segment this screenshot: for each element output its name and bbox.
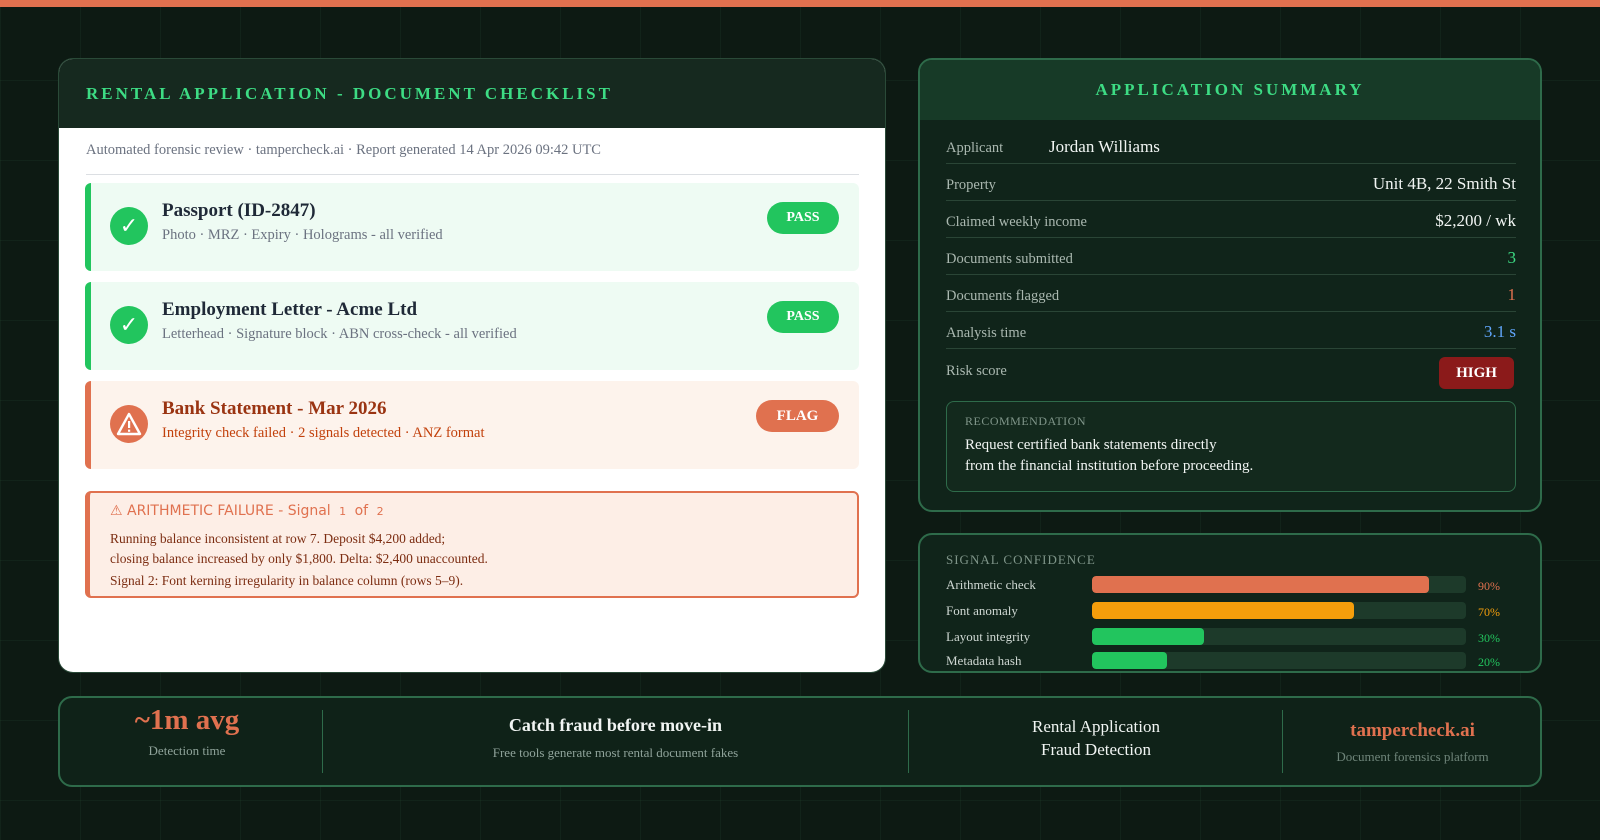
product-name: Rental Application Fraud Detection bbox=[909, 698, 1283, 785]
brand-block: tampercheck.ai Document forensics platfo… bbox=[1283, 698, 1542, 785]
report-meta: Automated forensic review · tampercheck.… bbox=[86, 142, 859, 175]
alert-title: ⚠ ARITHMETIC FAILURE - Signal 1 of 2 bbox=[110, 503, 388, 519]
signal-fill bbox=[1092, 576, 1429, 593]
pass-badge: PASS bbox=[767, 202, 839, 234]
signal-current: 1 bbox=[339, 505, 347, 518]
signal-fill bbox=[1092, 602, 1354, 619]
signal-name: Metadata hash bbox=[946, 653, 1022, 668]
signal-total: 2 bbox=[376, 505, 384, 518]
top-accent-bar bbox=[0, 0, 1600, 7]
summary-value: $2,200 / wk bbox=[1435, 211, 1516, 230]
summary-row-risk: Risk score bbox=[946, 349, 1516, 386]
recommendation-line: Request certified bank statements direct… bbox=[965, 437, 1217, 453]
arithmetic-failure-alert: ⚠ ARITHMETIC FAILURE - Signal 1 of 2 Run… bbox=[85, 491, 859, 598]
risk-badge: HIGH bbox=[1439, 357, 1514, 389]
signal-name: Layout integrity bbox=[946, 629, 1031, 644]
stat-value: ~1m avg bbox=[134, 704, 240, 736]
signal-name: Font anomaly bbox=[946, 603, 1018, 618]
detection-time-stat: ~1m avg Detection time bbox=[60, 698, 314, 785]
document-item-bank-statement[interactable]: Bank Statement - Mar 2026 Integrity chec… bbox=[85, 381, 859, 469]
alert-line: closing balance increased by only $1,800… bbox=[110, 551, 488, 566]
check-icon: ✓ bbox=[110, 207, 148, 245]
summary-row-documents-submitted: Documents submitted 3 bbox=[946, 238, 1516, 275]
signal-track bbox=[1092, 602, 1466, 619]
summary-label: Documents submitted bbox=[946, 251, 1073, 267]
document-detail: Letterhead · Signature block · ABN cross… bbox=[162, 326, 517, 342]
signal-track bbox=[1092, 576, 1466, 593]
tagline-headline: Catch fraud before move-in bbox=[508, 715, 723, 735]
brand-link[interactable]: tampercheck.ai bbox=[1283, 720, 1542, 742]
signal-percent: 20% bbox=[1478, 655, 1500, 669]
summary-row-income: Claimed weekly income $2,200 / wk bbox=[946, 201, 1516, 238]
document-detail: Photo · MRZ · Expiry · Holograms - all v… bbox=[162, 227, 443, 243]
check-icon: ✓ bbox=[110, 306, 148, 344]
alert-line: Running balance inconsistent at row 7. D… bbox=[110, 531, 446, 546]
signal-track bbox=[1092, 628, 1466, 645]
summary-row-applicant: Applicant Jordan Williams bbox=[946, 127, 1516, 164]
summary-label: Analysis time bbox=[946, 325, 1027, 341]
recommendation-text: Request certified bank statements direct… bbox=[965, 435, 1253, 477]
document-checklist-card: RENTAL APPLICATION - DOCUMENT CHECKLIST … bbox=[59, 59, 885, 672]
alert-title-text: ⚠ ARITHMETIC FAILURE - Signal bbox=[110, 503, 331, 519]
risk-score-label: Risk score bbox=[946, 363, 1007, 379]
product-line: Fraud Detection bbox=[1041, 740, 1151, 759]
signal-of-label: of bbox=[354, 503, 369, 519]
signal-row-font: Font anomaly 70% bbox=[946, 602, 1526, 620]
document-item-employment-letter[interactable]: ✓ Employment Letter - Acme Ltd Letterhea… bbox=[85, 282, 859, 370]
recommendation-label: RECOMMENDATION bbox=[965, 414, 1086, 428]
summary-row-analysis-time: Analysis time 3.1 s bbox=[946, 312, 1516, 349]
tagline-subline: Free tools generate most rental document… bbox=[492, 745, 739, 760]
checklist-title: RENTAL APPLICATION - DOCUMENT CHECKLIST bbox=[86, 83, 613, 103]
summary-row-property: Property Unit 4B, 22 Smith St bbox=[946, 164, 1516, 201]
summary-value: Unit 4B, 22 Smith St bbox=[1372, 174, 1516, 193]
summary-value: 1 bbox=[1507, 285, 1517, 304]
signal-row-metadata: Metadata hash 20% bbox=[946, 652, 1526, 670]
document-item-passport[interactable]: ✓ Passport (ID-2847) Photo · MRZ · Expir… bbox=[85, 183, 859, 271]
pass-badge: PASS bbox=[767, 301, 839, 333]
tagline: Catch fraud before move-in Free tools ge… bbox=[323, 698, 908, 785]
summary-value: 3 bbox=[1507, 248, 1517, 267]
summary-label: Documents flagged bbox=[946, 288, 1060, 304]
signal-row-layout: Layout integrity 30% bbox=[946, 628, 1526, 646]
checklist-header: RENTAL APPLICATION - DOCUMENT CHECKLIST bbox=[59, 59, 885, 128]
warning-icon bbox=[110, 405, 148, 443]
signal-percent: 30% bbox=[1478, 631, 1500, 645]
flag-badge: FLAG bbox=[756, 400, 839, 432]
summary-value: Jordan Williams bbox=[1049, 137, 1160, 156]
summary-title: APPLICATION SUMMARY bbox=[1095, 80, 1365, 99]
signal-confidence-card: SIGNAL CONFIDENCE Arithmetic check 90% F… bbox=[918, 533, 1542, 673]
summary-header: APPLICATION SUMMARY bbox=[920, 60, 1540, 120]
alert-line: Signal 2: Font kerning irregularity in b… bbox=[110, 573, 464, 588]
footer-band: ~1m avg Detection time Catch fraud befor… bbox=[58, 696, 1542, 787]
summary-label: Property bbox=[946, 177, 996, 193]
signal-percent: 70% bbox=[1478, 605, 1500, 619]
signal-percent: 90% bbox=[1478, 579, 1500, 593]
application-summary-card: APPLICATION SUMMARY Applicant Jordan Wil… bbox=[918, 58, 1542, 512]
summary-value: 3.1 s bbox=[1483, 322, 1516, 341]
signal-fill bbox=[1092, 652, 1167, 669]
product-line: Rental Application bbox=[1032, 717, 1160, 736]
summary-row-documents-flagged: Documents flagged 1 bbox=[946, 275, 1516, 312]
signal-fill bbox=[1092, 628, 1205, 645]
document-title: Employment Letter - Acme Ltd bbox=[162, 299, 418, 320]
summary-label: Applicant bbox=[946, 140, 1004, 156]
signal-track bbox=[1092, 652, 1466, 669]
signal-name: Arithmetic check bbox=[946, 577, 1036, 592]
document-title: Passport (ID-2847) bbox=[162, 200, 316, 221]
signal-row-arithmetic: Arithmetic check 90% bbox=[946, 576, 1526, 594]
document-detail: Integrity check failed · 2 signals detec… bbox=[162, 425, 485, 441]
document-title: Bank Statement - Mar 2026 bbox=[162, 398, 387, 419]
signal-confidence-title: SIGNAL CONFIDENCE bbox=[946, 552, 1096, 567]
brand-subtitle: Document forensics platform bbox=[1336, 749, 1489, 764]
recommendation-line: from the financial institution before pr… bbox=[965, 458, 1254, 474]
stat-label: Detection time bbox=[148, 743, 226, 758]
summary-label: Claimed weekly income bbox=[946, 214, 1087, 230]
recommendation-box: RECOMMENDATION Request certified bank st… bbox=[946, 401, 1516, 492]
